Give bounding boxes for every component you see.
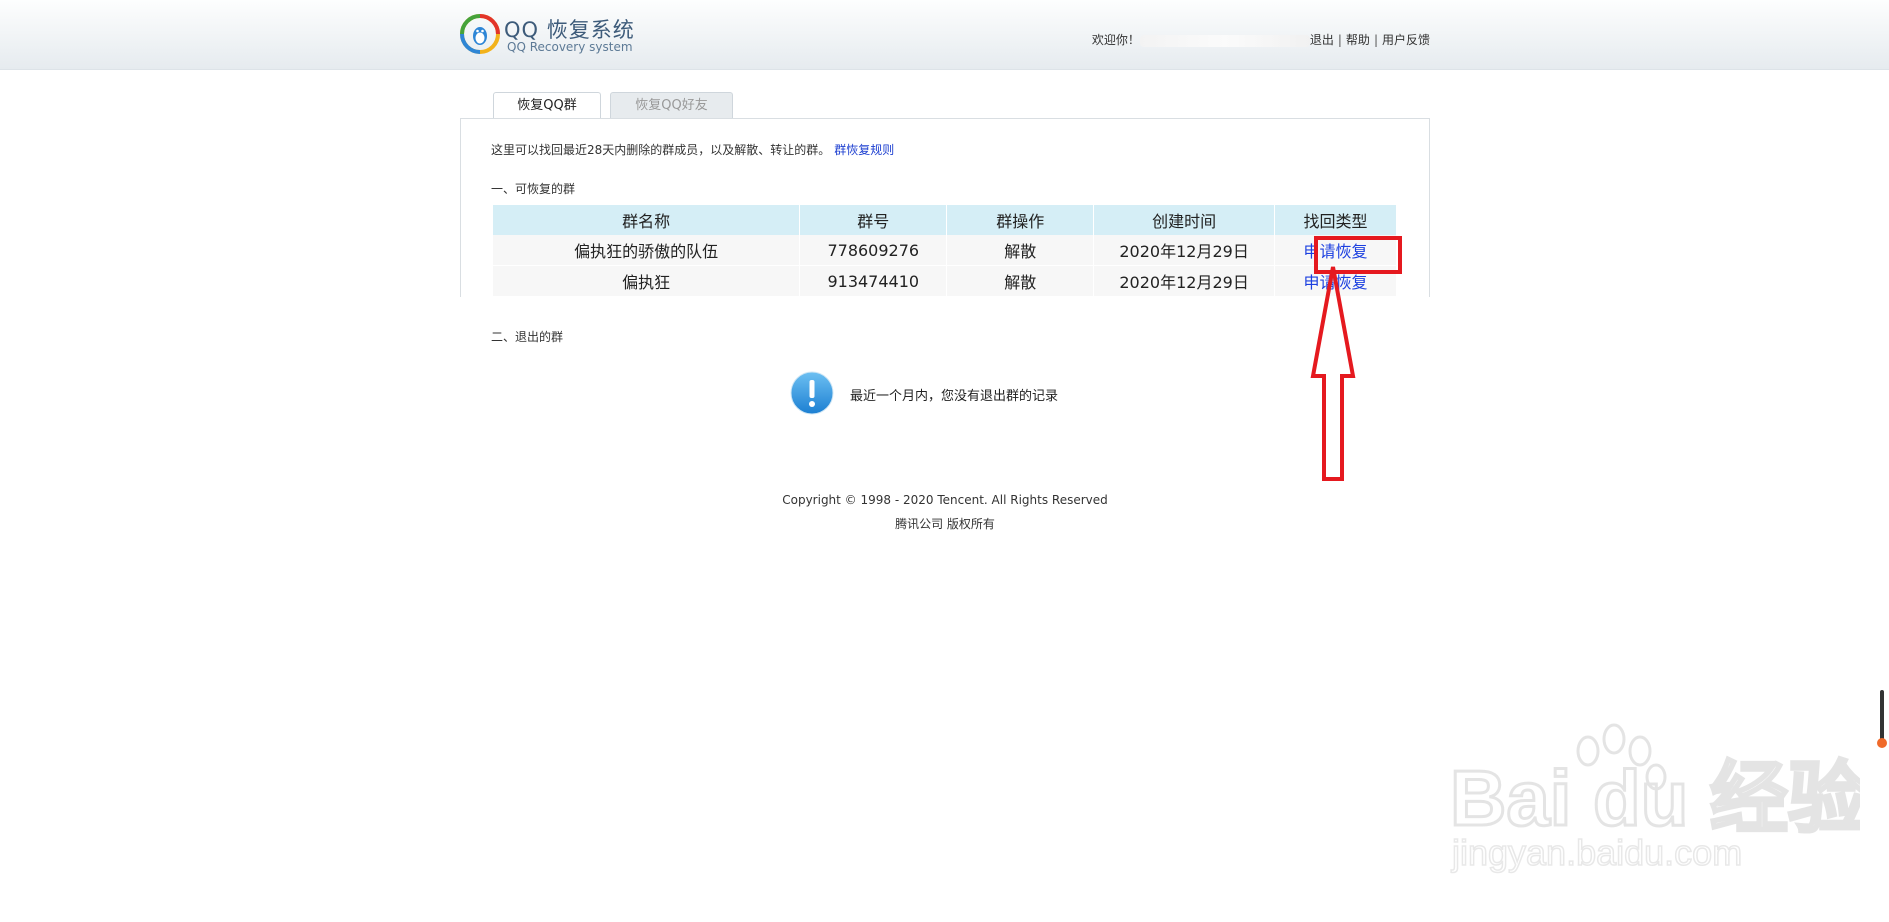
table-row: 偏执狂的骄傲的队伍 778609276 解散 2020年12月29日 申请恢复 — [493, 235, 1397, 266]
separator: | — [1337, 33, 1342, 47]
footer: Copyright © 1998 - 2020 Tencent. All Rig… — [700, 488, 1190, 536]
feedback-link[interactable]: 用户反馈 — [1382, 33, 1430, 47]
watermark-brand: Bai du 经验 — [1450, 754, 1860, 842]
rights-text: 腾讯公司 版权所有 — [895, 517, 995, 531]
recoverable-groups-table: 群名称 群号 群操作 创建时间 找回类型 偏执狂的骄傲的队伍 778609276… — [493, 205, 1397, 296]
tab-recover-group[interactable]: 恢复QQ群 — [493, 92, 601, 120]
col-header-group-name: 群名称 — [493, 205, 801, 235]
user-bar: 欢迎你！ 退出 | 帮助 | 用户反馈 — [1092, 31, 1430, 48]
baidu-jingyan-watermark: Bai du 经验 jingyan.baidu.com — [1449, 723, 1860, 874]
table-row: 偏执狂 913474410 解散 2020年12月29日 申请恢复 — [493, 265, 1397, 296]
copyright-text: Copyright © 1998 - 2020 Tencent. All Rig… — [782, 493, 1108, 507]
table-header-row: 群名称 群号 群操作 创建时间 找回类型 — [493, 205, 1397, 235]
section-title-exited: 二、退出的群 — [491, 330, 564, 344]
section-title-recoverable: 一、可恢复的群 — [491, 182, 576, 196]
group-recovery-rules-link[interactable]: 群恢复规则 — [834, 143, 894, 157]
group-name-cell: 偏执狂 — [493, 265, 801, 296]
group-action-cell: 解散 — [946, 235, 1095, 266]
group-number-cell: 778609276 — [799, 235, 948, 266]
created-time-cell: 2020年12月29日 — [1093, 235, 1276, 266]
col-header-group-action: 群操作 — [946, 205, 1095, 235]
group-number-cell: 913474410 — [799, 265, 948, 296]
group-action-cell: 解散 — [946, 265, 1095, 296]
info-exclamation-icon — [790, 371, 834, 415]
tab-recover-friend[interactable]: 恢复QQ好友 — [610, 92, 733, 118]
no-exit-record-text: 最近一个月内，您没有退出群的记录 — [850, 389, 1059, 404]
top-bar: QQ 恢复系统 QQ Recovery system 欢迎你！ 退出 | 帮助 | 用户反… — [0, 0, 1889, 70]
blurred-username — [1139, 34, 1310, 47]
help-link[interactable]: 帮助 — [1346, 33, 1370, 47]
watermark-url: jingyan.baidu.com — [1451, 832, 1742, 873]
intro-text: 这里可以找回最近28天内删除的群成员，以及解散、转让的群。 群恢复规则 — [491, 141, 894, 158]
col-header-group-number: 群号 — [799, 205, 948, 235]
intro-description: 这里可以找回最近28天内删除的群成员，以及解散、转让的群。 — [491, 143, 831, 157]
logout-link[interactable]: 退出 — [1310, 33, 1334, 47]
col-header-created-time: 创建时间 — [1093, 205, 1276, 235]
group-name-cell: 偏执狂的骄傲的队伍 — [493, 235, 801, 266]
col-header-recover-type: 找回类型 — [1274, 205, 1397, 235]
brand-subtitle: QQ Recovery system — [507, 40, 633, 54]
qq-recovery-logo-icon — [460, 14, 500, 54]
scroll-to-top-handle[interactable] — [1877, 690, 1887, 748]
separator: | — [1373, 33, 1378, 47]
annotation-up-arrow-icon — [1310, 266, 1356, 481]
welcome-text: 欢迎你！ — [1091, 33, 1140, 47]
created-time-cell: 2020年12月29日 — [1093, 265, 1276, 296]
